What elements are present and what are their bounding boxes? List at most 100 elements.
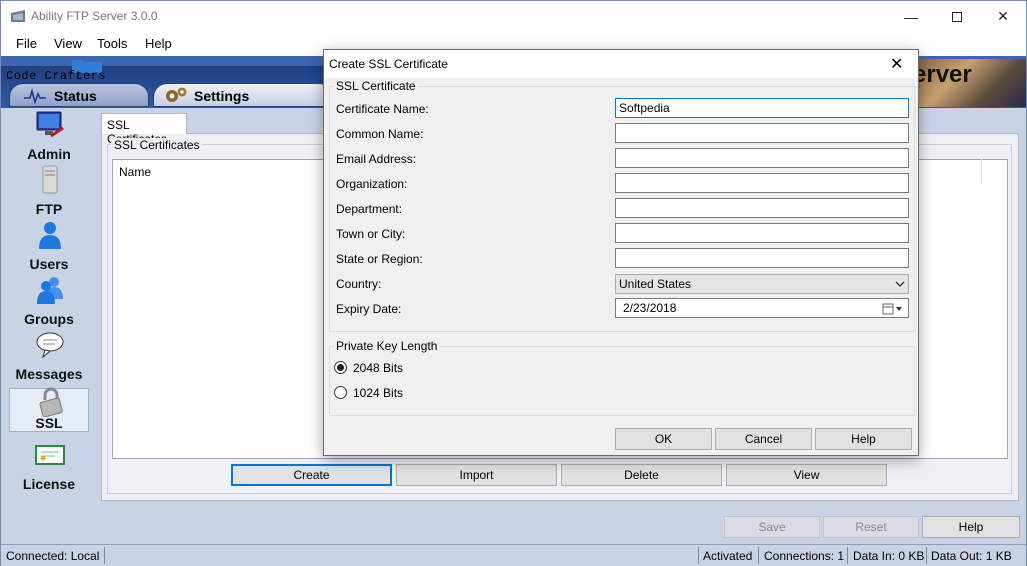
dialog-title: Create SSL Certificate	[329, 57, 448, 71]
column-header-name[interactable]: Name	[119, 165, 151, 179]
gears-icon	[166, 87, 187, 102]
sidebar-item-label: Messages	[15, 366, 83, 382]
country-select[interactable]: United States	[615, 274, 909, 294]
label-email: Email Address:	[336, 152, 417, 166]
view-button[interactable]: View	[726, 464, 887, 486]
tab-status[interactable]: Status	[9, 83, 149, 107]
menu-file[interactable]: File	[16, 36, 37, 51]
label-common-name: Common Name:	[336, 127, 424, 141]
monitor-icon	[36, 111, 64, 138]
maximize-icon	[952, 11, 962, 22]
minimize-button[interactable]: —	[888, 1, 934, 32]
sidebar-item-label: Users	[29, 256, 69, 272]
tab-settings[interactable]: Settings	[153, 83, 333, 107]
ssl-certificate-group-title: SSL Certificate	[334, 79, 418, 93]
menu-tools[interactable]: Tools	[97, 36, 127, 51]
status-data-in: Data In: 0 KB	[853, 549, 925, 563]
status-activated: Activated	[703, 549, 753, 563]
tab-settings-label: Settings	[194, 88, 250, 104]
cancel-button[interactable]: Cancel	[715, 428, 812, 450]
menu-help[interactable]: Help	[145, 36, 172, 51]
pulse-icon	[24, 88, 46, 104]
speech-bubble-icon	[36, 332, 64, 359]
radio-1024-label[interactable]: 1024 Bits	[353, 386, 403, 400]
padlock-icon	[39, 387, 63, 417]
sidebar-item-groups[interactable]: Groups	[9, 275, 89, 327]
tab-ssl-certificates[interactable]: SSL Certificates	[101, 113, 187, 146]
sidebar-item-ftp[interactable]: FTP	[9, 165, 89, 217]
banner-title: erver	[913, 61, 972, 88]
common-name-field[interactable]	[615, 123, 909, 143]
help-button[interactable]: Help	[922, 516, 1020, 538]
certificate-name-field[interactable]: Softpedia	[615, 98, 909, 118]
group-title: SSL Certificates	[111, 138, 203, 152]
radio-2048[interactable]	[334, 361, 347, 374]
menu-view[interactable]: View	[54, 36, 82, 51]
status-divider	[758, 547, 759, 564]
town-field[interactable]	[615, 223, 909, 243]
radio-1024[interactable]	[334, 386, 347, 399]
sidebar-item-admin[interactable]: Admin	[9, 110, 89, 162]
department-field[interactable]	[615, 198, 909, 218]
status-connections: Connections: 1	[764, 549, 845, 563]
status-connected: Connected: Local	[6, 549, 100, 563]
window-title: Ability FTP Server 3.0.0	[31, 9, 158, 23]
email-field[interactable]	[615, 148, 909, 168]
group-icon	[37, 277, 63, 304]
expiry-date-picker[interactable]: 2/23/2018	[615, 298, 909, 318]
label-organization: Organization:	[336, 177, 408, 191]
status-divider	[104, 547, 105, 564]
certificate-icon	[35, 445, 65, 465]
title-bar: Ability FTP Server 3.0.0 — ✕	[1, 1, 1026, 32]
dialog-help-button[interactable]: Help	[815, 428, 912, 450]
label-expiry: Expiry Date:	[336, 302, 402, 316]
app-icon	[11, 10, 25, 22]
sidebar-item-label: Admin	[27, 146, 71, 162]
maximize-button[interactable]	[934, 1, 980, 32]
state-field[interactable]	[615, 248, 909, 268]
status-divider	[847, 547, 848, 564]
chevron-down-icon	[895, 281, 905, 287]
sidebar-item-label: SSL	[35, 415, 63, 431]
user-icon	[39, 222, 61, 249]
sidebar-item-license[interactable]: License	[9, 440, 89, 492]
create-ssl-dialog: Create SSL Certificate ✕ SSL Certificate…	[323, 49, 919, 456]
import-button[interactable]: Import	[396, 464, 557, 486]
dialog-close-icon[interactable]: ✕	[890, 54, 903, 74]
sidebar-item-messages[interactable]: Messages	[9, 330, 89, 382]
calendar-icon[interactable]	[882, 302, 904, 315]
close-icon: ✕	[997, 8, 1009, 24]
sidebar-item-users[interactable]: Users	[9, 220, 89, 272]
radio-2048-label[interactable]: 2048 Bits	[353, 361, 403, 375]
status-bar: Connected: Local Activated Connections: …	[1, 544, 1026, 566]
dialog-title-bar: Create SSL Certificate ✕	[324, 50, 918, 78]
delete-button[interactable]: Delete	[561, 464, 722, 486]
save-button[interactable]: Save	[724, 516, 820, 538]
sidebar-item-label: Groups	[24, 311, 74, 327]
status-divider	[926, 547, 927, 564]
label-department: Department:	[336, 202, 403, 216]
reset-button[interactable]: Reset	[823, 516, 919, 538]
private-key-group	[329, 346, 915, 416]
create-button[interactable]: Create	[231, 464, 392, 486]
label-certificate-name: Certificate Name:	[336, 102, 429, 116]
server-icon	[42, 165, 58, 194]
main-window: Ability FTP Server 3.0.0 — ✕ File View T…	[0, 0, 1027, 566]
sidebar-item-label: License	[22, 476, 76, 492]
expiry-value: 2/23/2018	[623, 301, 677, 315]
sidebar-item-ssl[interactable]: SSL	[9, 387, 89, 432]
sidebar-item-label: FTP	[35, 201, 63, 217]
close-button[interactable]: ✕	[980, 1, 1026, 32]
label-state: State or Region:	[336, 252, 423, 266]
tab-status-label: Status	[54, 88, 97, 104]
organization-field[interactable]	[615, 173, 909, 193]
ok-button[interactable]: OK	[615, 428, 712, 450]
country-value: United States	[619, 277, 692, 291]
label-country: Country:	[336, 277, 382, 291]
sidebar: Admin FTP Users Groups Messages SSL Lice…	[1, 108, 101, 543]
column-divider	[981, 159, 982, 183]
private-key-group-title: Private Key Length	[334, 339, 440, 353]
brand-logo-text: Code Crafters	[6, 69, 107, 83]
minimize-icon: —	[904, 8, 918, 25]
label-town: Town or City:	[336, 227, 406, 241]
